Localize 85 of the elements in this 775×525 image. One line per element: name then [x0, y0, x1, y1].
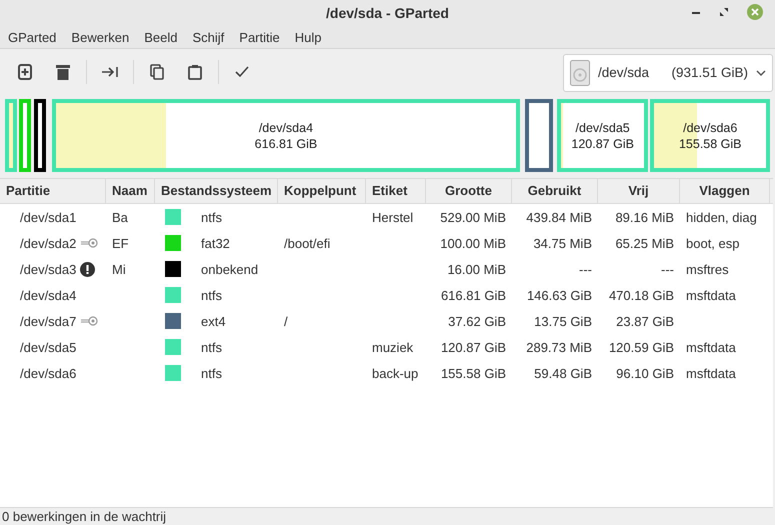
column-header[interactable]: Grootte [426, 179, 512, 203]
table-cell: 289.73 MiB [526, 340, 592, 354]
table-cell: /dev/sda1 [20, 210, 76, 224]
table-cell: ntfs [201, 288, 222, 302]
table-cell: /dev/sda7 [20, 314, 76, 328]
table-cell: 120.87 GiB [440, 340, 506, 354]
partition-size: 616.81 GiB [254, 136, 318, 152]
table-cell: msftres [686, 262, 729, 276]
partition-size: 120.87 GiB [571, 136, 634, 152]
table-cell: ntfs [201, 210, 222, 224]
table-cell: hidden, diag [686, 210, 757, 224]
table-cell: 23.87 GiB [616, 314, 674, 328]
table-cell: 65.25 MiB [615, 236, 674, 250]
table-cell: --- [579, 262, 592, 276]
table-cell: 155.58 GiB [440, 366, 506, 380]
copy-icon[interactable] [150, 64, 164, 80]
table-cell: 59.48 GiB [534, 366, 592, 380]
table-cell: back-up [372, 366, 418, 380]
partition-block[interactable] [34, 99, 46, 172]
menu-item[interactable]: Partitie [231, 30, 287, 44]
table-cell: /dev/sda2 [20, 236, 76, 250]
menu-item[interactable]: Schijf [184, 30, 232, 44]
column-header[interactable]: Naam [106, 179, 155, 203]
table-cell: 616.81 GiB [440, 288, 506, 302]
table-cell: 37.62 GiB [448, 314, 506, 328]
table-cell: 470.18 GiB [608, 288, 674, 302]
menu-item[interactable]: Bewerken [63, 30, 136, 44]
table-cell: msftdata [686, 288, 736, 302]
table-cell: ntfs [201, 340, 222, 354]
table-cell: /dev/sda5 [20, 340, 76, 354]
partition-name: /dev/sda5 [576, 120, 630, 136]
table-cell: boot, esp [686, 236, 740, 250]
table-cell: 16.00 MiB [447, 262, 506, 276]
menu-item[interactable]: Beeld [136, 30, 184, 44]
partition-block[interactable]: /dev/sda5 120.87 GiB [556, 99, 648, 172]
menu-item[interactable]: Hulp [286, 30, 328, 44]
table-cell: 120.59 GiB [608, 340, 674, 354]
table-cell: onbekend [201, 262, 258, 276]
resize-icon[interactable] [101, 66, 119, 78]
table-cell: /dev/sda4 [20, 288, 76, 302]
table-cell: EF [112, 236, 129, 250]
table-cell: /dev/sda3 [20, 262, 76, 276]
table-cell: 529.00 MiB [440, 210, 506, 224]
table-cell: --- [661, 262, 674, 276]
delete-icon[interactable] [56, 64, 70, 80]
table-cell: ext4 [201, 314, 226, 328]
table-cell: msftdata [686, 366, 736, 380]
table-cell: muziek [372, 340, 414, 354]
device-selector[interactable]: /dev/sda (931.51 GiB) [563, 54, 773, 92]
table-cell: Mi [112, 262, 126, 276]
table-cell: 96.10 GiB [616, 366, 674, 380]
table-cell: 13.75 GiB [534, 314, 592, 328]
table-cell: msftdata [686, 340, 736, 354]
partition-size: 155.58 GiB [678, 136, 742, 152]
column-header[interactable]: Bestandssysteem [155, 179, 278, 203]
partition-name: /dev/sda6 [683, 120, 738, 136]
window-title: /dev/sda - GParted [326, 5, 449, 21]
column-header[interactable]: Vrij [598, 179, 680, 203]
table-cell: 89.16 MiB [615, 210, 674, 224]
table-cell: 146.63 GiB [526, 288, 592, 302]
chevron-down-icon [756, 70, 766, 76]
table-cell: /boot/efi [284, 236, 330, 250]
table-cell: Herstel [372, 210, 414, 224]
check-icon[interactable] [235, 66, 249, 78]
status-text: 0 bewerkingen in de wachtrij [2, 509, 166, 524]
table-cell: 100.00 MiB [440, 236, 506, 250]
table-cell: Ba [112, 210, 128, 224]
table-cell: 439.84 MiB [526, 210, 592, 224]
column-header[interactable]: Etiket [366, 179, 426, 203]
column-header[interactable]: Koppelpunt [278, 179, 366, 203]
table-cell: 34.75 MiB [533, 236, 592, 250]
partition-name: /dev/sda4 [258, 120, 314, 136]
table-cell: /dev/sda6 [20, 366, 76, 380]
partition-block[interactable]: /dev/sda4 616.81 GiB [52, 99, 520, 172]
table-cell: / [284, 314, 288, 328]
clipboard-icon[interactable] [188, 64, 202, 80]
column-header[interactable]: Gebruikt [512, 179, 598, 203]
table-cell: ntfs [201, 366, 222, 380]
column-header[interactable]: Vlaggen [680, 179, 770, 203]
new-partition-icon[interactable] [18, 64, 32, 80]
table-cell: fat32 [201, 236, 230, 250]
maximize-icon[interactable] [719, 7, 729, 17]
partition-block[interactable]: /dev/sda6 155.58 GiB [650, 99, 770, 172]
menu-item[interactable]: GParted [0, 30, 64, 44]
column-header[interactable]: Partitie [0, 179, 106, 203]
